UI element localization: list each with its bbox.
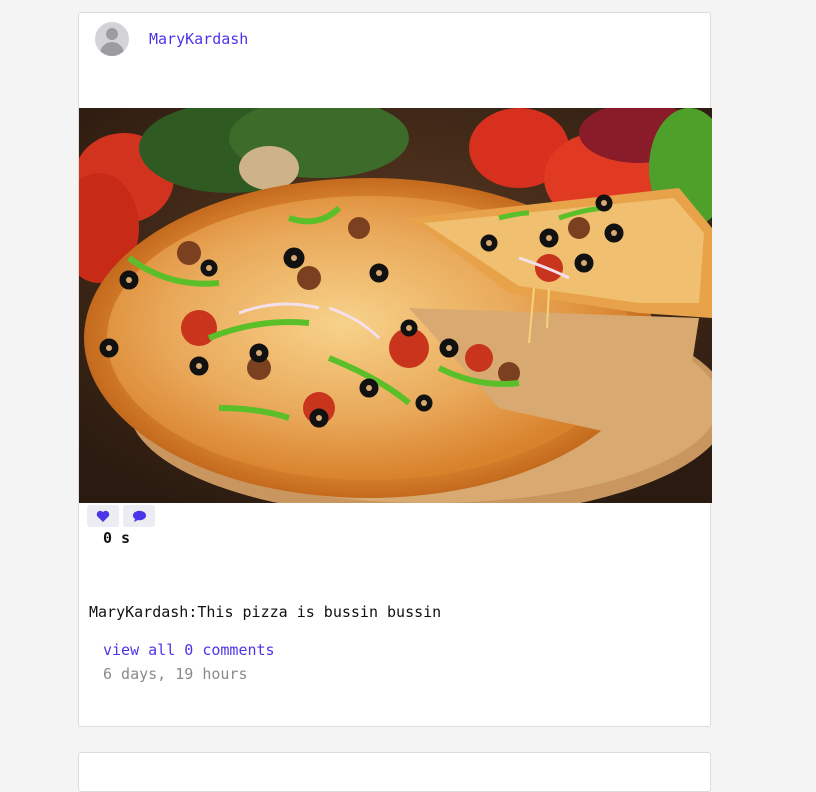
post-image[interactable] [79, 108, 712, 503]
post-header: MaryKardash [95, 21, 248, 57]
view-comments-link[interactable]: view all 0 comments [103, 641, 275, 659]
post-actions [87, 505, 155, 527]
heart-icon [96, 510, 110, 522]
avatar-head-icon [106, 28, 118, 40]
post-timestamp: 6 days, 19 hours [103, 665, 248, 683]
avatar-body-icon [100, 42, 124, 56]
likes-count: 0 s [103, 529, 131, 547]
comment-button[interactable] [123, 505, 155, 527]
comment-bubble-icon [132, 510, 146, 522]
avatar[interactable] [95, 22, 129, 56]
pizza-image [79, 108, 712, 503]
post-card: MaryKardash 0 s MaryKardash:This pizza i… [78, 12, 712, 727]
post-caption: MaryKardash:This pizza is bussin bussin [89, 603, 442, 621]
like-button[interactable] [87, 505, 119, 527]
next-post-card [78, 752, 711, 792]
post-username-link[interactable]: MaryKardash [149, 30, 248, 48]
